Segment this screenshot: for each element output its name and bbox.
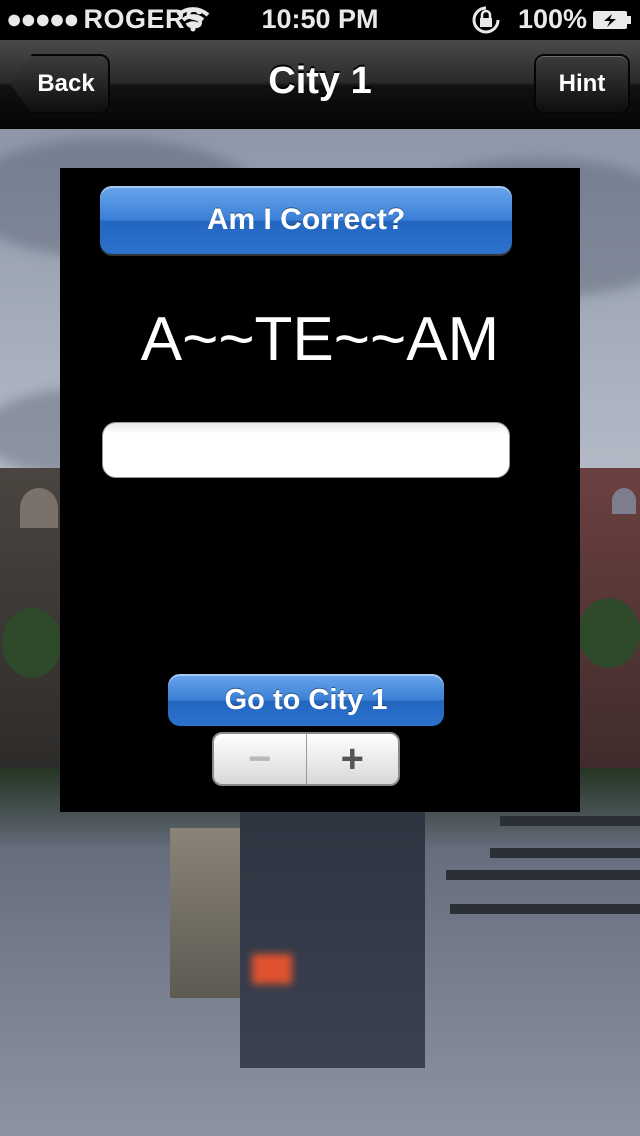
dock [490,848,640,858]
dock [446,870,640,880]
navigation-bar: Back City 1 Hint [0,40,640,129]
tree [2,608,62,678]
stepper-plus-button[interactable]: + [307,734,399,784]
dome-right [612,488,636,514]
dome-left [20,488,58,528]
battery-charging-icon [593,11,631,29]
status-bar: ●●●●● ROGERS 10:50 PM 100% [0,0,640,40]
tree [578,598,640,668]
go-to-city-button[interactable]: Go to City 1 [168,674,444,726]
light-reflection [252,954,292,984]
puzzle-panel: Am I Correct? A~~TE~~AM Go to City 1 − + [60,168,580,812]
tower-reflection [240,808,425,1068]
am-i-correct-button[interactable]: Am I Correct? [100,186,512,254]
hint-button[interactable]: Hint [534,54,630,114]
dock [500,816,640,826]
building-reflection [170,828,240,998]
rotation-lock-icon [472,6,500,34]
stepper: − + [212,732,400,786]
puzzle-text: A~~TE~~AM [140,305,500,374]
dock [450,904,640,914]
stepper-minus-button[interactable]: − [214,734,307,784]
battery-percent: 100% [518,4,588,34]
answer-input[interactable] [102,422,510,478]
